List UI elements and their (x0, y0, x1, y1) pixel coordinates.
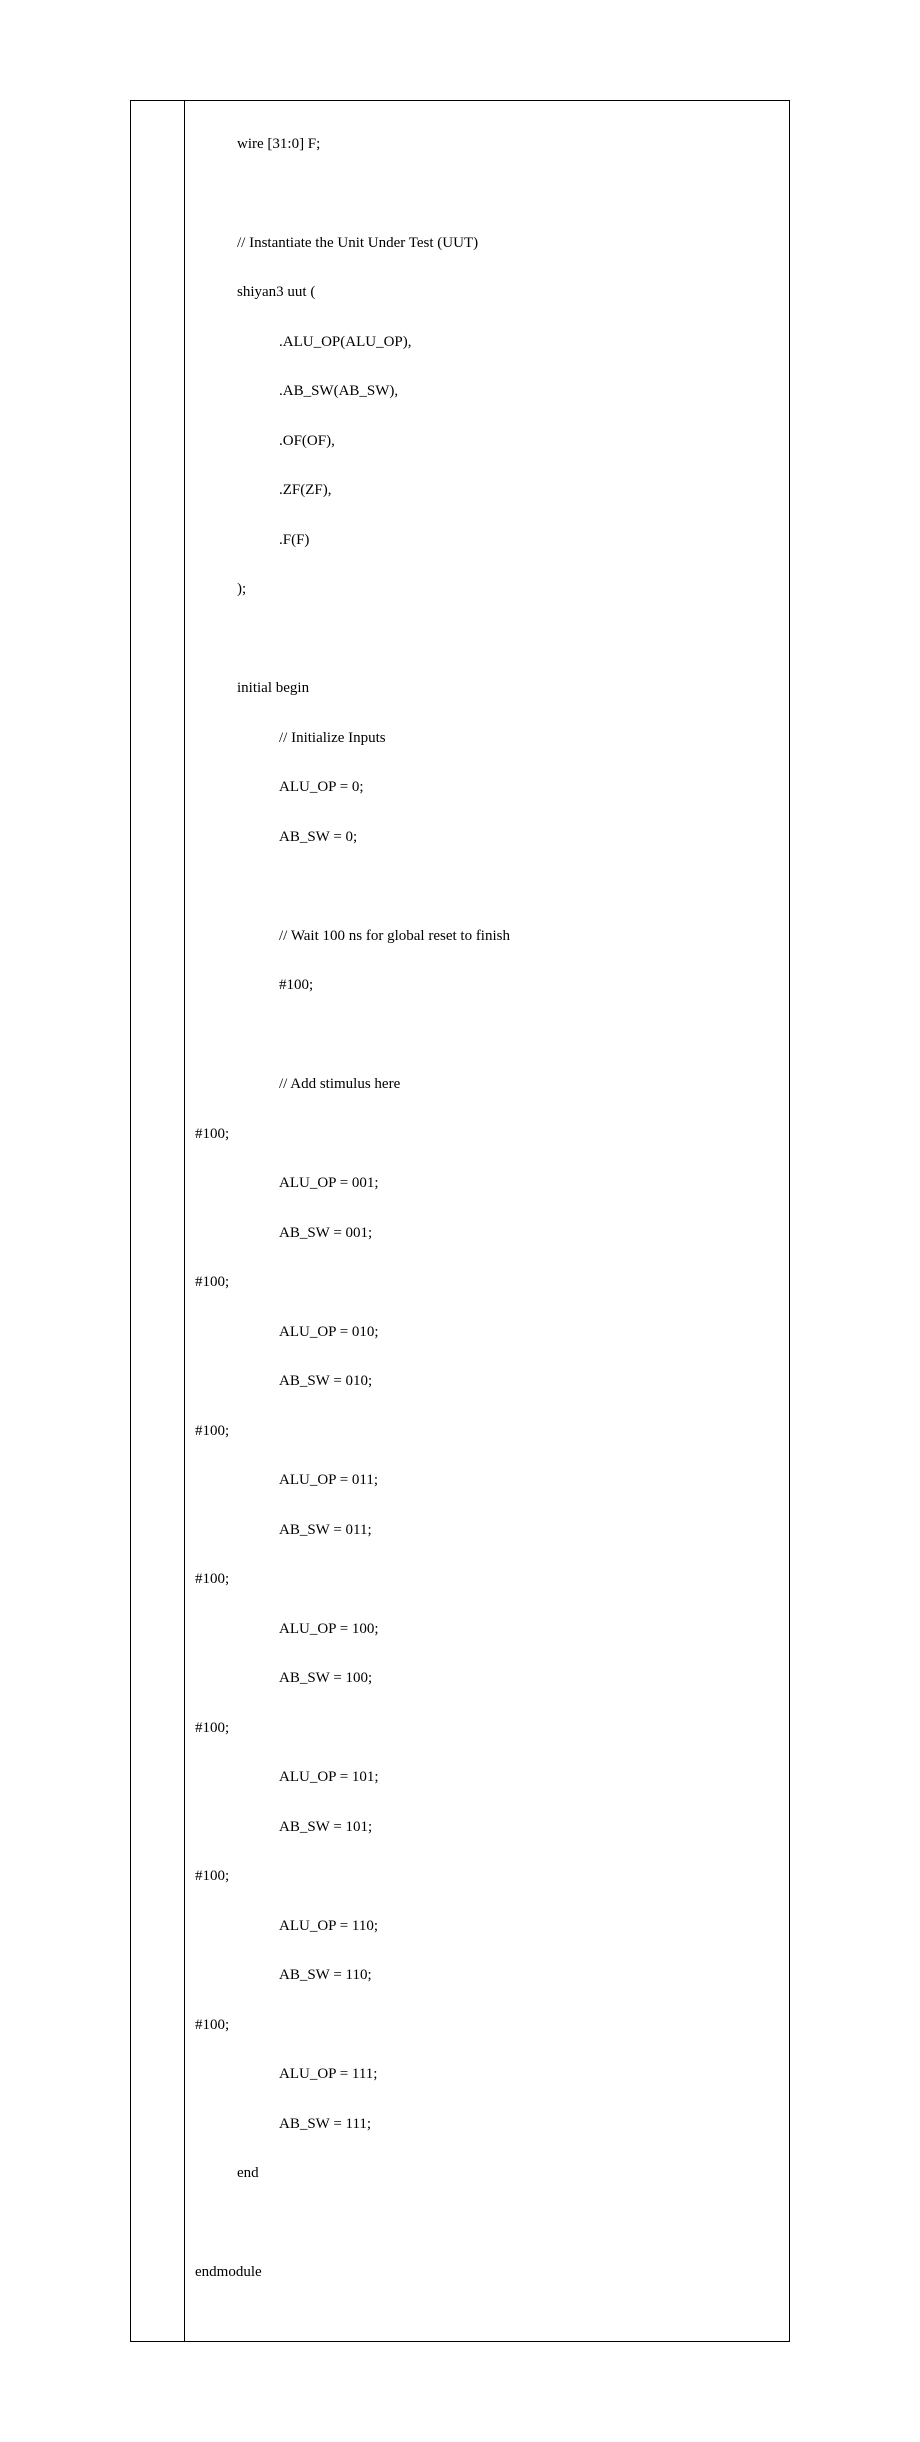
page: wire [31:0] F; // Instantiate the Unit U… (0, 0, 920, 2442)
code-line: #100; (195, 1716, 779, 1741)
code-line: ALU_OP = 111; (195, 2062, 779, 2087)
code-line: ALU_OP = 011; (195, 1468, 779, 1493)
code-line: .ZF(ZF), (195, 478, 779, 503)
code-line: AB_SW = 0; (195, 825, 779, 850)
code-line: ); (195, 577, 779, 602)
code-line: initial begin (195, 676, 779, 701)
blank-line (195, 874, 779, 899)
code-line: AB_SW = 100; (195, 1666, 779, 1691)
code-frame: wire [31:0] F; // Instantiate the Unit U… (130, 100, 790, 2342)
code-line: AB_SW = 101; (195, 1815, 779, 1840)
blank-line (195, 2211, 779, 2236)
code-line: #100; (195, 1122, 779, 1147)
code-line: #100; (195, 1270, 779, 1295)
code-line: shiyan3 uut ( (195, 280, 779, 305)
code-line: #100; (195, 1567, 779, 1592)
code-line: AB_SW = 010; (195, 1369, 779, 1394)
code-line: ALU_OP = 0; (195, 775, 779, 800)
code-line: .F(F) (195, 528, 779, 553)
code-line: ALU_OP = 001; (195, 1171, 779, 1196)
code-line: #100; (195, 973, 779, 998)
code-line: AB_SW = 110; (195, 1963, 779, 1988)
blank-line (195, 627, 779, 652)
code-line: .OF(OF), (195, 429, 779, 454)
left-margin-column (131, 101, 185, 2341)
code-line: ALU_OP = 010; (195, 1320, 779, 1345)
code-line: AB_SW = 011; (195, 1518, 779, 1543)
code-line: .AB_SW(AB_SW), (195, 379, 779, 404)
code-line: AB_SW = 001; (195, 1221, 779, 1246)
code-line: // Instantiate the Unit Under Test (UUT) (195, 231, 779, 256)
code-line: // Add stimulus here (195, 1072, 779, 1097)
code-line: #100; (195, 2013, 779, 2038)
code-line: #100; (195, 1864, 779, 1889)
code-line: #100; (195, 1419, 779, 1444)
blank-line (195, 181, 779, 206)
code-line: endmodule (195, 2260, 779, 2285)
code-line: ALU_OP = 110; (195, 1914, 779, 1939)
code-line: AB_SW = 111; (195, 2112, 779, 2137)
code-line: ALU_OP = 100; (195, 1617, 779, 1642)
code-line: // Initialize Inputs (195, 726, 779, 751)
code-line: wire [31:0] F; (195, 132, 779, 157)
code-line: ALU_OP = 101; (195, 1765, 779, 1790)
blank-line (195, 1023, 779, 1048)
code-line: // Wait 100 ns for global reset to finis… (195, 924, 779, 949)
code-line: end (195, 2161, 779, 2186)
code-line: .ALU_OP(ALU_OP), (195, 330, 779, 355)
code-column: wire [31:0] F; // Instantiate the Unit U… (185, 101, 789, 2341)
